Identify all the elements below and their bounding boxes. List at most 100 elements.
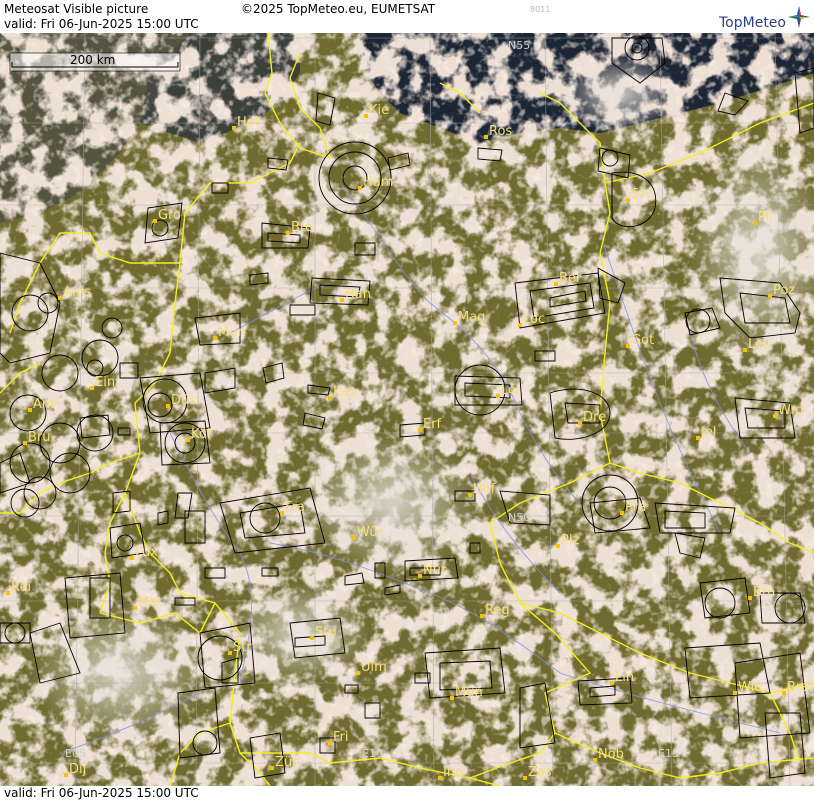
city-dot-zur	[270, 766, 274, 770]
city-dot-lei	[496, 394, 500, 398]
city-dot-hof	[468, 493, 472, 497]
city-dot-stu	[310, 636, 314, 640]
city-dot-poz	[768, 294, 772, 298]
scale-bar: 200 km	[9, 52, 181, 72]
footer-valid-time: valid: Fri 06-Jun-2025 15:00 UTC	[4, 786, 199, 800]
city-dot-ant	[28, 408, 32, 412]
city-label-plz: Plz	[561, 533, 579, 548]
city-dot-ros	[484, 135, 488, 139]
satellite-map-frame: Meteosat Visible picture valid: Fri 06-J…	[0, 0, 814, 801]
city-label-gro: Gro	[158, 208, 181, 223]
city-label-ams: Ams	[63, 285, 92, 300]
city-dot-loc	[518, 323, 522, 327]
city-label-dij: Dij	[69, 762, 86, 777]
city-dot-gro	[153, 219, 157, 223]
grid-label-n50: N50	[508, 511, 530, 524]
city-label-zas: Zas	[528, 765, 552, 780]
city-label-kas: Kas	[333, 385, 356, 400]
grid-label-e05: E05	[65, 747, 86, 760]
grid-label-n55: N55	[508, 39, 530, 52]
city-label-dus: Düs	[171, 393, 196, 408]
city-dot-fra	[280, 511, 284, 515]
map-title: Meteosat Visible picture	[4, 2, 149, 16]
city-dot-nur	[418, 574, 422, 578]
city-dot-brn	[748, 596, 752, 600]
city-dot-han	[340, 298, 344, 302]
city-label-bre: Bre	[291, 220, 313, 235]
city-label-dre: Dre	[583, 410, 606, 425]
city-label-brn: Brn	[753, 585, 775, 600]
city-dot-bra	[782, 691, 786, 695]
satellite-image[interactable]: 200 km N55 N50 E05 E10 E15 Hel Kie Ros Ham S…	[0, 33, 814, 786]
city-dot-dij	[64, 773, 68, 777]
city-dot-jel	[696, 436, 700, 440]
city-label-str: Str	[233, 640, 252, 655]
city-label-loc: Loc	[523, 312, 545, 327]
city-dot-kol	[186, 438, 190, 442]
header-bar: Meteosat Visible picture valid: Fri 06-J…	[0, 0, 814, 33]
city-label-inn: Inn	[443, 765, 463, 780]
city-label-wie: Wie	[738, 680, 762, 695]
city-dot-wro	[773, 414, 777, 418]
city-dot-nob	[593, 758, 597, 762]
city-label-han: Han	[345, 287, 371, 302]
city-label-met: Met	[138, 595, 162, 610]
city-dot-hel	[232, 126, 236, 130]
city-label-hof: Hof	[473, 482, 496, 497]
grid-label-e15: E15	[658, 747, 679, 760]
city-dot-str	[228, 651, 232, 655]
compass-star-icon	[788, 6, 810, 28]
city-dot-kas	[328, 396, 332, 400]
city-label-nob: Nöb	[598, 747, 624, 762]
city-dot-mun	[213, 336, 217, 340]
city-dot-zas	[523, 776, 527, 780]
city-dot-met	[133, 606, 137, 610]
city-label-fri: Fri	[333, 730, 349, 745]
city-dot-got	[626, 344, 630, 348]
city-label-bru: Bru	[28, 430, 51, 445]
city-dot-wur	[352, 536, 356, 540]
city-dot-fri	[328, 741, 332, 745]
city-dot-pil	[753, 221, 757, 225]
cloud-haze	[300, 433, 480, 573]
image-code: 8011	[530, 5, 551, 14]
city-label-kol: Köl	[191, 427, 210, 442]
city-dot-pra	[620, 511, 624, 515]
city-label-ber: Ber	[559, 271, 582, 286]
city-label-lin: Lin	[615, 670, 634, 685]
city-dot-szc	[626, 198, 630, 202]
city-label-pil: Pil	[758, 210, 773, 225]
city-label-bra: Bra	[787, 680, 809, 695]
city-label-mun: Mün	[218, 325, 246, 340]
city-dot-rei	[6, 591, 10, 595]
city-dot-kie	[364, 114, 368, 118]
city-dot-mun2	[450, 696, 454, 700]
city-dot-ber	[554, 282, 558, 286]
city-label-hel: Hel	[237, 115, 258, 130]
city-label-ham: Ham	[363, 175, 393, 190]
scale-label: 200 km	[70, 53, 115, 67]
city-dot-ham	[358, 186, 362, 190]
city-label-erf: Erf	[423, 417, 442, 432]
copyright-text: ©2025 TopMeteo.eu, EUMETSAT	[241, 2, 436, 16]
city-dot-plz	[556, 544, 560, 548]
city-label-mag: Mag	[458, 310, 485, 325]
city-dot-reg	[480, 614, 484, 618]
city-label-reg: Reg	[485, 603, 510, 618]
city-label-poz: Poz	[773, 283, 795, 298]
city-label-nur: Nür	[423, 563, 447, 578]
city-label-ein: Ein	[95, 375, 115, 390]
city-label-pra: Pra	[625, 500, 646, 515]
grid-label-e10: E10	[362, 747, 383, 760]
city-label-rei: Rei	[11, 580, 31, 595]
city-label-kie: Kie	[369, 103, 389, 118]
footer-bar: valid: Fri 06-Jun-2025 15:00 UTC	[0, 786, 814, 801]
city-dot-inn	[438, 776, 442, 780]
city-label-szc: Szc	[631, 187, 653, 202]
topmeteo-logo: TopMeteo	[719, 15, 786, 31]
city-dot-les	[743, 348, 747, 352]
city-label-mun2: Mün	[455, 685, 483, 700]
valid-time: valid: Fri 06-Jun-2025 15:00 UTC	[4, 17, 199, 31]
city-dot-dre	[578, 421, 582, 425]
city-dot-bru	[23, 441, 27, 445]
